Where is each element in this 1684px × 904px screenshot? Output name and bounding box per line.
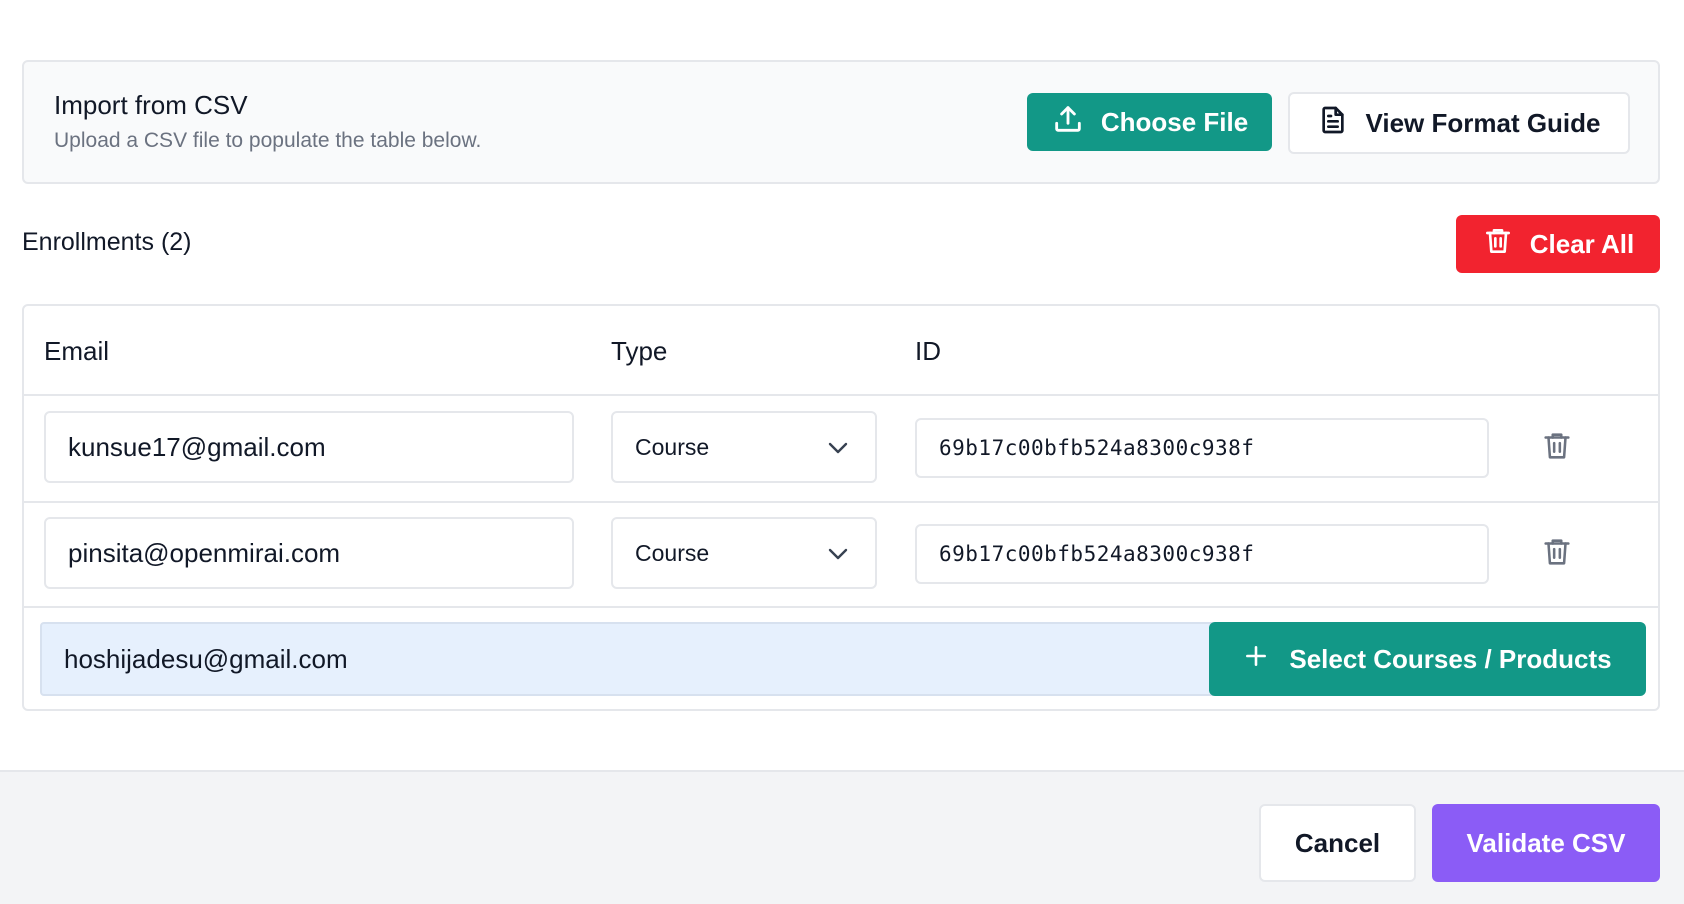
row-divider <box>24 501 1658 503</box>
enrollments-heading: Enrollments (2) <box>22 228 192 256</box>
column-header-id: ID <box>915 336 941 366</box>
validate-csv-button[interactable]: Validate CSV <box>1432 804 1660 882</box>
id-field[interactable]: 69b17c00bfb524a8300c938f <box>915 418 1489 478</box>
trash-icon <box>1540 433 1574 468</box>
choose-file-label: Choose File <box>1100 106 1249 137</box>
type-select-value: Course <box>635 539 710 566</box>
new-email-input[interactable]: hoshijadesu@gmail.com <box>40 622 1216 696</box>
column-header-type: Type <box>611 336 668 366</box>
import-title: Import from CSV <box>54 90 248 120</box>
id-field[interactable]: 69b17c00bfb524a8300c938f <box>915 524 1489 584</box>
document-icon <box>1317 103 1349 144</box>
email-field[interactable]: pinsita@openmirai.com <box>44 517 574 589</box>
header-divider <box>24 394 1658 396</box>
delete-row-button[interactable] <box>1540 534 1574 575</box>
view-format-guide-button[interactable]: View Format Guide <box>1288 92 1630 154</box>
select-courses-products-button[interactable]: Select Courses / Products <box>1209 622 1646 696</box>
email-field[interactable]: kunsue17@gmail.com <box>44 411 574 483</box>
enrollments-table: Email Type ID kunsue17@gmail.com Course … <box>22 304 1660 711</box>
select-courses-products-label: Select Courses / Products <box>1289 643 1612 674</box>
chevron-down-icon <box>827 540 849 567</box>
row-divider <box>24 606 1658 608</box>
import-csv-panel: Import from CSV Upload a CSV file to pop… <box>22 60 1660 184</box>
trash-icon <box>1540 539 1574 574</box>
type-select[interactable]: Course <box>611 517 877 589</box>
type-select-value: Course <box>635 433 710 460</box>
clear-all-button[interactable]: Clear All <box>1456 215 1660 273</box>
clear-all-label: Clear All <box>1529 228 1635 259</box>
cancel-button[interactable]: Cancel <box>1259 804 1416 882</box>
choose-file-button[interactable]: Choose File <box>1027 93 1272 151</box>
chevron-down-icon <box>827 434 849 461</box>
column-header-email: Email <box>44 336 110 366</box>
type-select[interactable]: Course <box>611 411 877 483</box>
dialog-footer: Cancel Validate CSV <box>0 770 1684 904</box>
upload-icon <box>1051 102 1085 143</box>
delete-row-button[interactable] <box>1540 428 1574 469</box>
import-subtitle: Upload a CSV file to populate the table … <box>54 129 482 152</box>
plus-icon <box>1243 643 1269 676</box>
view-format-guide-label: View Format Guide <box>1365 107 1601 138</box>
trash-icon <box>1482 224 1514 265</box>
